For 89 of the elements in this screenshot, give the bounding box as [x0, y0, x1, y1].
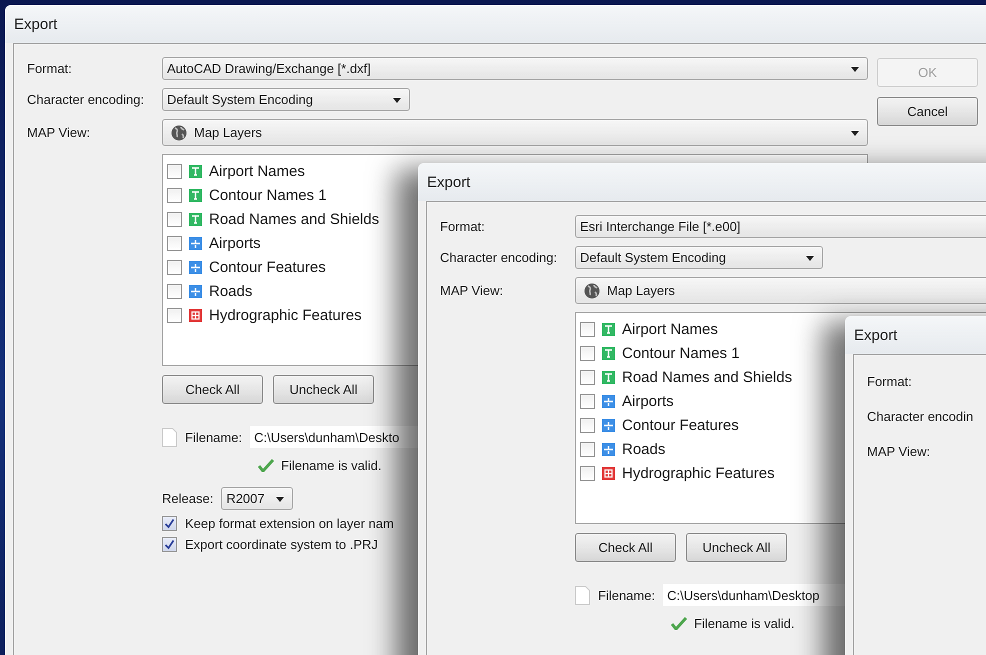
window-title: Export: [854, 326, 898, 344]
checkbox[interactable]: [580, 322, 595, 336]
text-layer-icon: [602, 322, 615, 336]
checkbox[interactable]: [580, 394, 595, 408]
field-label: Format:: [27, 61, 73, 76]
field-label: Character encodin: [867, 409, 974, 424]
filename-field[interactable]: C:\Users\dunham\Desktop: [663, 584, 846, 606]
checkbox[interactable]: [580, 466, 595, 480]
text-layer-icon: [189, 212, 202, 226]
globe-icon: [171, 124, 187, 140]
check-all-button[interactable]: Check All: [162, 375, 263, 404]
layer-name: Airports: [622, 392, 674, 410]
layer-icon: [602, 442, 615, 456]
map-view-dropdown[interactable]: Map Layers: [575, 277, 986, 304]
layer-name: Contour Names 1: [622, 344, 740, 362]
layer-name: Contour Features: [622, 416, 739, 434]
checkbox[interactable]: [167, 164, 182, 178]
checkbox[interactable]: [167, 236, 182, 250]
checkbox[interactable]: [162, 537, 177, 552]
layer-name: Contour Features: [209, 258, 326, 276]
layer-icon: [189, 260, 202, 274]
caret-icon: [851, 130, 859, 136]
text-layer-icon: [189, 188, 202, 202]
caret-icon: [276, 496, 284, 502]
checkbox[interactable]: [167, 188, 182, 202]
layer-icon: [189, 236, 202, 250]
layer-icon: [189, 284, 202, 298]
format-dropdown[interactable]: AutoCAD Drawing/Exchange [*.dxf]: [162, 57, 868, 80]
layer-icon: [602, 418, 615, 432]
map-view-dropdown[interactable]: Map Layers: [162, 119, 868, 146]
field-label: MAP View:: [440, 283, 504, 298]
option-label: Export coordinate system to .PRJ: [185, 537, 378, 552]
document-icon: [162, 428, 177, 446]
window-title: Export: [427, 174, 470, 190]
checkbox[interactable]: [167, 284, 182, 298]
checkbox[interactable]: [580, 370, 595, 384]
format-dropdown[interactable]: Esri Interchange File [*.e00]: [575, 215, 986, 238]
window-title: Export: [14, 16, 58, 32]
filename-label: Filename:: [185, 430, 242, 444]
validation-message: Filename is valid.: [281, 458, 382, 473]
caret-icon: [393, 98, 401, 102]
uncheck-all-button[interactable]: Uncheck All: [273, 375, 374, 404]
checkbox[interactable]: [580, 418, 595, 432]
field-label: Format:: [867, 374, 913, 389]
field-label: Character encoding:: [440, 250, 558, 265]
release-dropdown[interactable]: R2007: [221, 487, 294, 510]
cancel-button[interactable]: Cancel: [877, 97, 978, 126]
checkbox[interactable]: [580, 346, 595, 360]
validation-message: Filename is valid.: [694, 616, 794, 631]
layer-name: Airport Names: [209, 162, 305, 180]
encoding-dropdown[interactable]: Default System Encoding: [162, 88, 410, 111]
layer-name: Hydrographic Features: [209, 306, 362, 324]
layer-name: Contour Names 1: [209, 186, 327, 204]
layer-icon: [602, 394, 615, 408]
filename-label: Filename:: [598, 588, 656, 602]
layer-name: Hydrographic Features: [622, 464, 775, 482]
layer-name: Road Names and Shields: [209, 210, 380, 228]
layer-name: Roads: [622, 440, 666, 458]
document-icon: [575, 586, 590, 604]
checkbox[interactable]: [167, 212, 182, 226]
release-label: Release:: [162, 491, 214, 506]
checkmark-icon: [164, 539, 175, 550]
checkmark-icon: [164, 518, 175, 529]
checkbox[interactable]: [162, 516, 177, 531]
checkmark-icon: [671, 617, 687, 630]
checkmark-icon: [258, 459, 274, 472]
layer-name: Road Names and Shields: [622, 368, 792, 386]
field-label: Format:: [440, 219, 486, 234]
text-layer-icon: [602, 370, 615, 384]
caret-icon: [806, 256, 814, 260]
checkbox[interactable]: [167, 308, 182, 322]
field-label: MAP View:: [867, 444, 932, 459]
grid-layer-icon: [602, 466, 615, 480]
option-label: Keep format extension on layer nam: [185, 516, 394, 531]
text-layer-icon: [602, 346, 615, 360]
caret-icon: [851, 66, 859, 72]
layer-name: Airport Names: [622, 320, 718, 338]
layer-name: Airports: [209, 234, 261, 252]
field-label: Character encoding:: [27, 92, 146, 107]
layer-name: Roads: [209, 282, 252, 300]
checkbox[interactable]: [167, 260, 182, 274]
field-label: MAP View:: [27, 125, 92, 140]
check-all-button[interactable]: Check All: [575, 533, 676, 562]
encoding-dropdown[interactable]: Default System Encoding: [575, 246, 823, 269]
text-layer-icon: [189, 164, 202, 178]
globe-icon: [584, 282, 600, 298]
uncheck-all-button[interactable]: Uncheck All: [686, 533, 787, 562]
checkbox[interactable]: [580, 442, 595, 456]
grid-layer-icon: [189, 308, 202, 322]
